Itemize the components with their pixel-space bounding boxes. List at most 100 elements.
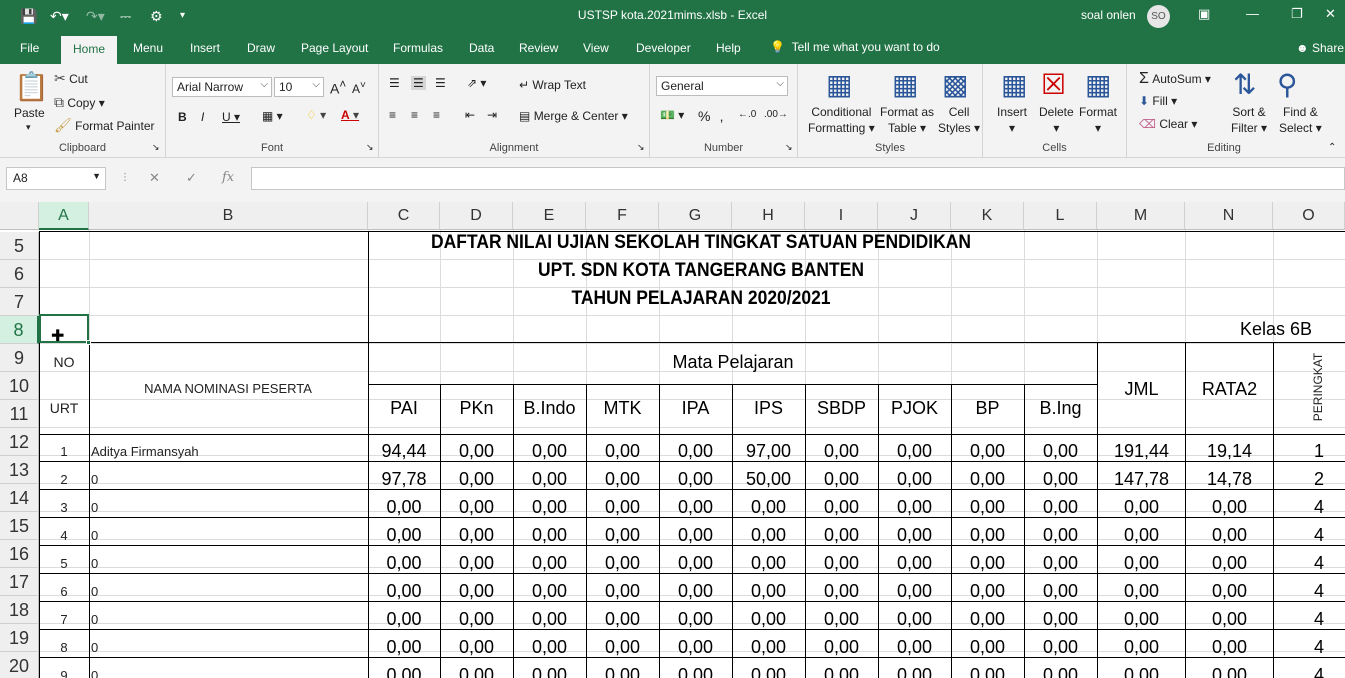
column-header-n[interactable]: N (1185, 202, 1273, 230)
score-cell[interactable]: 0,00 (586, 665, 659, 678)
rank-cell[interactable]: 4 (1274, 637, 1324, 658)
score-cell[interactable]: 0,00 (440, 441, 513, 462)
column-header-h[interactable]: H (732, 202, 805, 230)
score-cell[interactable]: 0,00 (586, 441, 659, 462)
rata-cell[interactable]: 0,00 (1186, 525, 1273, 546)
find-select-button[interactable]: Find & Select ▾ (1279, 104, 1322, 136)
row-header-11[interactable]: 11 (0, 400, 39, 428)
score-cell[interactable]: 0,00 (1024, 609, 1097, 630)
tab-help[interactable]: Help (716, 41, 741, 55)
column-header-l[interactable]: L (1024, 202, 1097, 230)
jml-cell[interactable]: 0,00 (1098, 497, 1185, 518)
rank-cell[interactable]: 1 (1274, 441, 1324, 462)
score-cell[interactable]: 0,00 (368, 637, 440, 658)
score-cell[interactable]: 0,00 (732, 525, 805, 546)
score-cell[interactable]: 97,00 (732, 441, 805, 462)
score-cell[interactable]: 0,00 (586, 637, 659, 658)
row-name[interactable]: 0 (91, 500, 361, 515)
score-cell[interactable]: 0,00 (1024, 525, 1097, 546)
underline-icon[interactable]: U ▾ (222, 110, 240, 124)
score-cell[interactable]: 0,00 (659, 665, 732, 678)
comma-style-icon[interactable]: ‚ (720, 108, 723, 124)
score-cell[interactable]: 0,00 (805, 469, 878, 490)
borders-icon[interactable]: ▦ ▾ (262, 109, 283, 123)
orientation-icon[interactable]: ⇗ ▾ (467, 76, 486, 90)
column-header-c[interactable]: C (368, 202, 440, 230)
score-cell[interactable]: 0,00 (513, 553, 586, 574)
column-header-m[interactable]: M (1097, 202, 1185, 230)
merge-center-button[interactable]: ▤ Merge & Center ▾ (519, 109, 628, 123)
number-launcher-icon[interactable]: ↘ (785, 142, 793, 153)
row-header-6[interactable]: 6 (0, 260, 39, 288)
score-cell[interactable]: 0,00 (586, 497, 659, 518)
row-header-8[interactable]: 8 (0, 316, 39, 344)
font-family-select[interactable]: Arial Narrow ⌵ (172, 77, 272, 97)
align-middle-icon[interactable]: ☰ (411, 76, 426, 90)
score-cell[interactable]: 0,00 (440, 497, 513, 518)
close-icon[interactable]: ✕ (1325, 6, 1336, 22)
score-cell[interactable]: 0,00 (659, 609, 732, 630)
cell-styles-button[interactable]: Cell Styles ▾ (938, 104, 980, 136)
tab-view[interactable]: View (583, 41, 609, 55)
score-cell[interactable]: 0,00 (951, 553, 1024, 574)
score-cell[interactable]: 0,00 (440, 581, 513, 602)
score-cell[interactable]: 0,00 (951, 497, 1024, 518)
enter-icon[interactable]: ✓ (186, 170, 197, 186)
sheet-title-2[interactable]: UPT. SDN KOTA TANGERANG BANTEN (395, 260, 1008, 282)
score-cell[interactable]: 0,00 (659, 581, 732, 602)
maximize-icon[interactable]: ❐ (1291, 6, 1303, 22)
jml-cell[interactable]: 147,78 (1098, 469, 1185, 490)
score-cell[interactable]: 0,00 (805, 609, 878, 630)
rata-cell[interactable]: 0,00 (1186, 497, 1273, 518)
score-cell[interactable]: 0,00 (878, 581, 951, 602)
row-name[interactable]: 0 (91, 472, 361, 487)
jml-cell[interactable]: 0,00 (1098, 665, 1185, 678)
jml-cell[interactable]: 0,00 (1098, 581, 1185, 602)
score-cell[interactable]: 0,00 (951, 637, 1024, 658)
score-cell[interactable]: 0,00 (732, 581, 805, 602)
column-header-d[interactable]: D (440, 202, 513, 230)
score-cell[interactable]: 0,00 (732, 553, 805, 574)
score-cell[interactable]: 0,00 (659, 637, 732, 658)
score-cell[interactable]: 0,00 (1024, 497, 1097, 518)
score-cell[interactable]: 0,00 (659, 469, 732, 490)
subject-header-ips[interactable]: IPS (732, 398, 805, 419)
increase-font-icon[interactable]: A˄ (330, 78, 346, 97)
score-cell[interactable]: 0,00 (513, 637, 586, 658)
paste-button[interactable]: Paste (14, 106, 45, 120)
row-name[interactable]: 0 (91, 612, 361, 627)
rata-cell[interactable]: 0,00 (1186, 609, 1273, 630)
score-cell[interactable]: 50,00 (732, 469, 805, 490)
insert-cells-icon[interactable]: ▦ (1001, 68, 1027, 101)
minimize-icon[interactable]: — (1246, 6, 1259, 21)
row-no[interactable]: 1 (40, 444, 88, 459)
format-painter-button[interactable]: 🖌 Format Painter (54, 117, 154, 134)
score-cell[interactable]: 0,00 (805, 637, 878, 658)
column-header-f[interactable]: F (586, 202, 659, 230)
score-cell[interactable]: 0,00 (513, 665, 586, 678)
delete-cells-button[interactable]: Delete ▾ (1039, 104, 1074, 136)
format-cells-icon[interactable]: ▦ (1085, 68, 1111, 101)
score-cell[interactable]: 0,00 (951, 581, 1024, 602)
score-cell[interactable]: 0,00 (805, 665, 878, 678)
conditional-formatting-icon[interactable]: ▦ (826, 68, 852, 101)
score-cell[interactable]: 0,00 (951, 525, 1024, 546)
row-no[interactable]: 6 (40, 584, 88, 599)
mata-pelajaran-header[interactable]: Mata Pelajaran (368, 352, 1098, 373)
increase-indent-icon[interactable]: ⇥ (487, 108, 497, 122)
subject-header-ipa[interactable]: IPA (659, 398, 732, 419)
cut-button[interactable]: ✂ Cut (54, 70, 88, 87)
italic-icon[interactable]: I (201, 110, 204, 124)
paste-dropdown-icon[interactable]: ▾ (26, 122, 31, 133)
column-header-b[interactable]: B (89, 202, 368, 230)
column-header-i[interactable]: I (805, 202, 878, 230)
align-bottom-icon[interactable]: ☰ (435, 76, 446, 90)
format-as-table-icon[interactable]: ▦ (892, 68, 918, 101)
score-cell[interactable]: 0,00 (659, 525, 732, 546)
jml-cell[interactable]: 0,00 (1098, 637, 1185, 658)
score-cell[interactable]: 0,00 (805, 581, 878, 602)
wrap-text-button[interactable]: ↵ Wrap Text (519, 78, 586, 92)
insert-cells-button[interactable]: Insert ▾ (997, 104, 1027, 136)
decrease-indent-icon[interactable]: ⇤ (465, 108, 475, 122)
fill-handle[interactable] (86, 340, 91, 345)
